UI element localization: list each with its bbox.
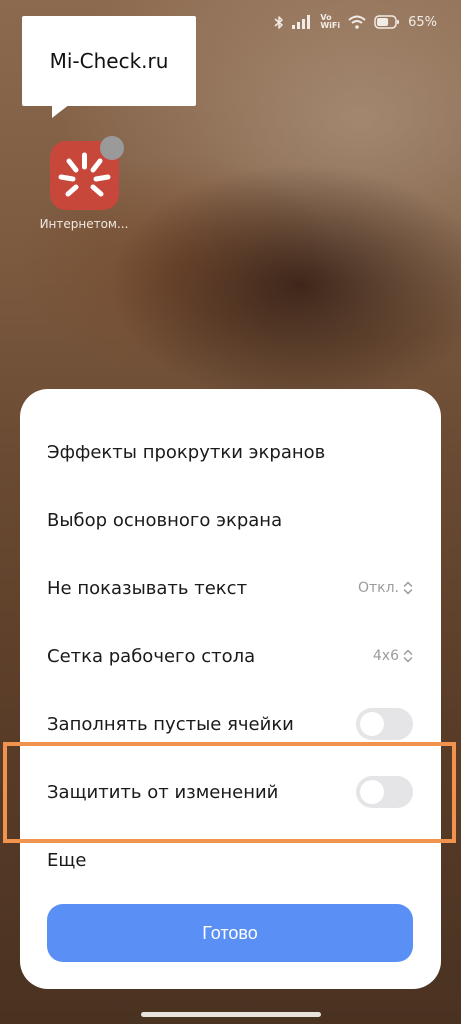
menu-item-desktop-grid[interactable]: Сетка рабочего стола 4x6 [47,636,413,676]
status-bar: Vo WiFi 65% [274,10,437,34]
chevron-up-down-icon [403,581,413,595]
watermark-text: Mi-Check.ru [49,49,169,73]
desktop-grid-selector[interactable]: 4x6 [373,648,413,664]
menu-item-hide-text[interactable]: Не показывать текст Откл. [47,568,413,608]
home-indicator[interactable] [141,1012,321,1017]
vowifi-indicator: Vo WiFi [320,13,341,30]
settings-sheet: Эффекты прокрутки экранов Выбор основног… [20,389,441,989]
chevron-up-down-icon [403,649,413,663]
wifi-icon [348,15,366,29]
highlight-annotation [3,742,456,843]
battery-icon [374,15,400,29]
desktop-grid-value: 4x6 [372,648,399,664]
menu-item-label: Еще [47,849,87,871]
menu-item-more[interactable]: Еще [47,840,413,880]
menu-item-fill-empty-cells[interactable]: Заполнять пустые ячейки [47,704,413,744]
menu-item-label: Заполнять пустые ячейки [47,713,294,735]
menu-item-label: Выбор основного экрана [47,509,283,531]
bluetooth-icon [274,15,284,30]
menu-item-scroll-effects[interactable]: Эффекты прокрутки экранов [47,432,413,472]
toggle-knob [360,712,384,736]
app-badge [100,136,124,160]
app-label: Интернетом... [39,217,129,231]
done-button[interactable]: Готово [47,904,413,962]
menu-item-label: Сетка рабочего стола [47,645,256,667]
watermark-bubble: Mi-Check.ru [22,16,196,106]
menu-item-main-screen[interactable]: Выбор основного экрана [47,500,413,540]
menu-item-label: Эффекты прокрутки экранов [47,441,326,463]
signal-icon [292,15,312,29]
hide-text-selector[interactable]: Откл. [358,580,413,596]
watermark-bubble-tail [52,104,70,118]
hide-text-value: Откл. [357,580,399,596]
fill-empty-cells-toggle[interactable] [356,708,413,740]
battery-percent: 65% [408,14,437,30]
menu-item-label: Не показывать текст [47,577,248,599]
